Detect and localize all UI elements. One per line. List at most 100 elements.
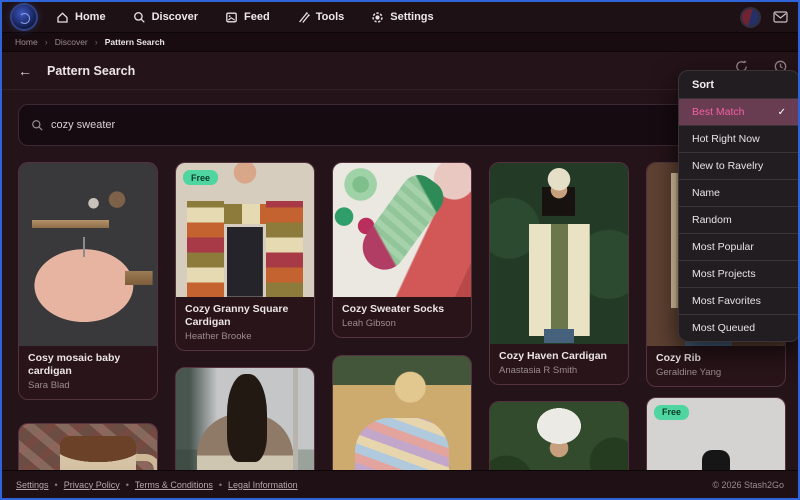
- grid-column: Cosy mosaic baby cardigan Sara Blad: [18, 162, 158, 472]
- pattern-card[interactable]: Free: [646, 396, 786, 472]
- sort-option-most-favorites[interactable]: Most Favorites: [679, 287, 798, 314]
- grid-column: Cozy Sweater Socks Leah Gibson: [332, 162, 472, 472]
- pattern-card[interactable]: Free Cozy Granny Square Cardigan Heather…: [175, 162, 315, 351]
- pattern-author: Geraldine Yang: [656, 366, 722, 378]
- pattern-title: Cozy Granny Square Cardigan: [185, 303, 289, 328]
- search-input[interactable]: cozy sweater: [18, 104, 782, 146]
- page-title: Pattern Search: [47, 63, 136, 78]
- sort-option-best-match[interactable]: Best Match ✓: [679, 98, 798, 125]
- pattern-card[interactable]: Cozy Sweater Socks Leah Gibson: [332, 162, 472, 338]
- app-logo-icon[interactable]: [12, 5, 36, 29]
- nav-right: [742, 8, 788, 26]
- breadcrumb-discover[interactable]: Discover: [55, 37, 88, 47]
- breadcrumb-home[interactable]: Home: [15, 37, 38, 47]
- card-body: Cozy Sweater Socks Leah Gibson: [333, 297, 471, 337]
- sort-option-label: Most Favorites: [692, 295, 761, 307]
- search-query-text: cozy sweater: [51, 119, 116, 131]
- sort-option-most-projects[interactable]: Most Projects: [679, 260, 798, 287]
- pattern-image-haven-cardigan: [490, 163, 628, 344]
- pattern-image-sweater-socks: [333, 163, 471, 297]
- feed-icon: [226, 12, 237, 22]
- nav-tools[interactable]: Tools: [297, 11, 344, 24]
- breadcrumb: Home › Discover › Pattern Search: [2, 32, 798, 52]
- sort-option-random[interactable]: Random: [679, 206, 798, 233]
- sort-option-name[interactable]: Name: [679, 179, 798, 206]
- pattern-image-granny-square-cardigan: Free: [176, 163, 314, 297]
- sort-option-most-queued[interactable]: Most Queued: [679, 314, 798, 341]
- sort-option-new-to-ravelry[interactable]: New to Ravelry: [679, 152, 798, 179]
- nav-label: Settings: [390, 11, 434, 23]
- footer-link-settings[interactable]: Settings: [16, 480, 49, 490]
- nav-discover[interactable]: Discover: [133, 11, 198, 24]
- sort-option-hot-right-now[interactable]: Hot Right Now: [679, 125, 798, 152]
- sort-menu: Sort Best Match ✓ Hot Right Now New to R…: [678, 70, 798, 342]
- copyright: © 2026 Stash2Go: [712, 479, 784, 490]
- grid-column: Cozy Haven Cardigan Anastasia R Smith: [489, 162, 629, 472]
- pattern-image-granny-flat-cardigan: Free: [647, 397, 785, 472]
- mail-icon[interactable]: [773, 11, 788, 23]
- sort-option-most-popular[interactable]: Most Popular: [679, 233, 798, 260]
- pattern-card[interactable]: Cosy mosaic baby cardigan Sara Blad: [18, 162, 158, 400]
- pattern-author: Anastasia R Smith: [499, 364, 578, 376]
- pattern-title: Cozy Sweater Socks: [342, 303, 445, 315]
- dot-separator: •: [54, 479, 58, 490]
- card-body: Cozy Haven Cardigan Anastasia R Smith: [490, 344, 628, 384]
- sort-option-label: Most Projects: [692, 268, 756, 280]
- footer-link-legal[interactable]: Legal Information: [228, 480, 298, 490]
- nav-home[interactable]: Home: [56, 11, 106, 24]
- sort-menu-header: Sort: [692, 79, 714, 91]
- pattern-title: Cosy mosaic baby cardigan: [28, 352, 121, 377]
- pattern-card[interactable]: Cozy Haven Cardigan Anastasia R Smith: [489, 162, 629, 385]
- dot-separator: •: [218, 479, 223, 490]
- dot-separator: •: [125, 479, 129, 490]
- user-avatar[interactable]: [742, 8, 759, 26]
- pattern-card[interactable]: [175, 366, 315, 472]
- pattern-results-grid: Cosy mosaic baby cardigan Sara Blad Free…: [18, 162, 786, 472]
- pattern-title: Cozy Rib: [656, 352, 701, 364]
- sort-option-label: Most Popular: [692, 241, 754, 253]
- footer-link-terms[interactable]: Terms & Conditions: [135, 480, 213, 490]
- settings-icon: [372, 11, 383, 23]
- nav-label: Home: [75, 11, 106, 23]
- home-icon: [57, 11, 68, 23]
- discover-icon: [133, 11, 145, 23]
- free-badge: Free: [654, 404, 690, 420]
- sort-option-label: Name: [692, 187, 721, 199]
- sort-option-label: New to Ravelry: [692, 160, 764, 172]
- check-icon: ✓: [777, 106, 786, 118]
- nav-settings[interactable]: Settings: [371, 11, 434, 24]
- chevron-right-icon: ›: [94, 37, 98, 47]
- back-button[interactable]: ←: [18, 64, 32, 78]
- nav-feed[interactable]: Feed: [225, 11, 270, 24]
- pattern-title: Cozy Haven Cardigan: [499, 350, 607, 362]
- pattern-image-field-sweater: [333, 355, 471, 472]
- pattern-image-baby-cardigan: [19, 163, 157, 346]
- pattern-image-back-view-sweater: [176, 367, 314, 472]
- nav-label: Feed: [244, 11, 270, 23]
- nav-label: Discover: [151, 11, 199, 23]
- breadcrumb-current: Pattern Search: [104, 37, 165, 47]
- pattern-image-cap-portrait: [490, 401, 628, 472]
- sort-option-label: Random: [692, 214, 732, 226]
- sort-option-label: Hot Right Now: [692, 133, 760, 145]
- nav-items: Home Discover Feed Tools Settings: [56, 11, 461, 24]
- search-icon: [32, 119, 43, 131]
- pattern-card[interactable]: [332, 354, 472, 472]
- sort-option-label: Best Match: [692, 106, 745, 118]
- pattern-card[interactable]: [18, 422, 158, 472]
- tools-icon: [298, 11, 310, 23]
- pattern-author: Leah Gibson: [342, 317, 396, 329]
- card-body: Cozy Granny Square Cardigan Heather Broo…: [176, 297, 314, 350]
- footer-link-privacy-policy[interactable]: Privacy Policy: [64, 480, 120, 490]
- card-body: Cosy mosaic baby cardigan Sara Blad: [19, 346, 157, 399]
- chevron-right-icon: ›: [44, 37, 48, 47]
- pattern-card[interactable]: [489, 400, 629, 472]
- pattern-author: Sara Blad: [28, 379, 70, 391]
- footer: Settings • Privacy Policy • Terms & Cond…: [2, 470, 798, 498]
- app-window: Home Discover Feed Tools Settings Home ›…: [0, 0, 800, 500]
- grid-column: Free Cozy Granny Square Cardigan Heather…: [175, 162, 315, 472]
- card-body: Cozy Rib Geraldine Yang: [647, 346, 785, 386]
- sort-option-label: Most Queued: [692, 322, 756, 334]
- free-badge: Free: [183, 170, 219, 185]
- pattern-image-coffee-mug: [19, 423, 157, 472]
